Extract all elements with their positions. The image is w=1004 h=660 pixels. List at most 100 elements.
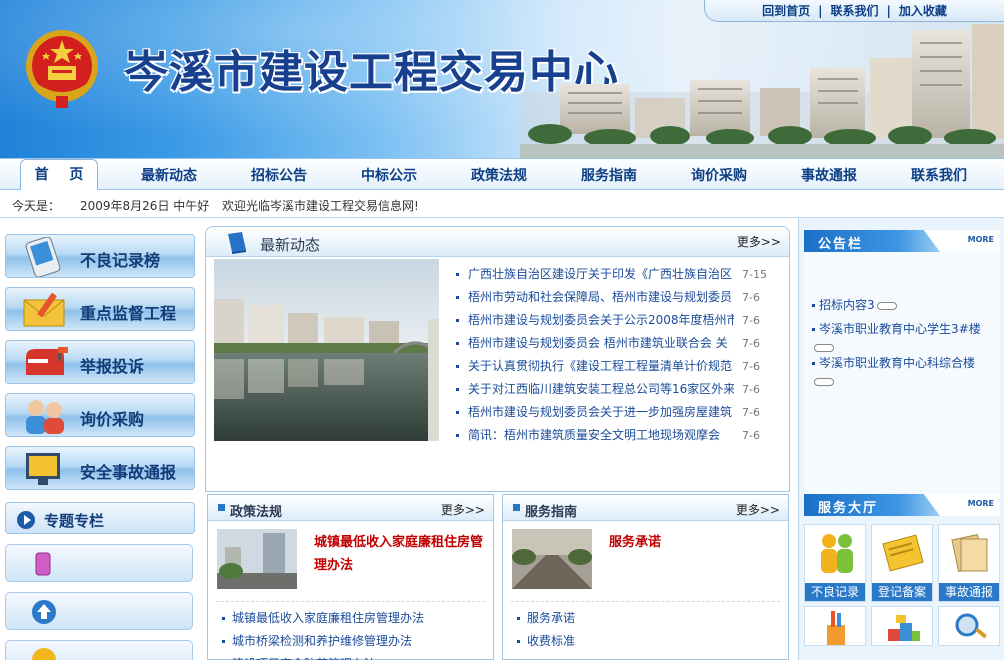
safety-accident-label: 安全事故通报 [80,463,177,482]
monitor-icon [26,453,60,485]
topic-column-title: 专题专栏 [44,512,105,530]
notice-item[interactable]: 岑溪市职业教育中心学生3#楼 [812,320,998,356]
magnifier-icon [955,613,987,639]
bullet-icon [812,362,815,365]
welcome-text: 欢迎光临岑溪市建设工程交易信息网! [222,199,419,213]
tag-icon [814,377,834,386]
phone-icon [35,552,51,576]
service-hall-header: 服务大厅 MORE [804,494,1000,516]
news-item-date: 7-6 [742,406,760,419]
nav-tab-inquiry[interactable]: 询价采购 [678,163,760,189]
policy-divider [216,601,485,602]
report-complaint-button[interactable]: 举报投诉 [5,340,195,384]
news-item-date: 7-6 [742,429,760,442]
bullet-icon [456,434,459,437]
news-item-date: 7-6 [742,360,760,373]
contact-link[interactable]: 联系我们 [830,2,878,19]
key-supervision-button[interactable]: 重点监督工程 [5,287,195,331]
service-hall-grid: 不良记录 登记备案 事故通报 [804,522,1000,660]
hall-bad-record-button[interactable]: 不良记录 [804,524,866,602]
hall-register-button[interactable]: 登记备案 [871,524,933,602]
policy-feature-link[interactable]: 城镇最低收入家庭廉租住房管理办法 [314,531,486,577]
blocks-icon [888,615,920,641]
nav-tab-accident[interactable]: 事故通报 [788,163,870,189]
latest-news-list: 广西壮族自治区建设厅关于印发《广西壮族自治区 7-15 梧州市劳动和社会保障局、梧州… [456,263,778,447]
policy-list-item[interactable]: 城镇最低收入家庭廉租住房管理办法 [218,607,424,630]
hall-item-6[interactable] [938,606,1000,646]
people-icon [26,400,64,434]
news-item[interactable]: 梧州市建设与规划委员会 梧州市建筑业联合会 关 7-6 [456,332,778,355]
inquiry-button[interactable]: 询价采购 [5,393,195,437]
nav-tab-service-guide[interactable]: 服务指南 [568,163,650,189]
service-divider [511,601,780,602]
bullet-icon [812,304,815,307]
news-item[interactable]: 梧州市劳动和社会保障局、梧州市建设与规划委员 7-6 [456,286,778,309]
nav-tab-award-notice[interactable]: 中标公示 [348,163,430,189]
news-item[interactable]: 广西壮族自治区建设厅关于印发《广西壮族自治区 7-15 [456,263,778,286]
today-date: 2009年8月26日 中午好 [80,199,210,213]
bullet-icon [456,388,459,391]
notebook-icon [882,534,924,572]
news-item[interactable]: 梧州市建设与规划委员会关于公示2008年度梧州市 7-6 [456,309,778,332]
news-item-date: 7-6 [742,314,760,327]
hall-bad-record-label: 不良记录 [805,583,865,601]
notice-header: 公告栏 MORE [804,230,1000,252]
news-item[interactable]: 关于对江西临川建筑安装工程总公司等16家区外来 7-6 [456,378,778,401]
service-hall-more-link[interactable]: MORE [968,499,994,508]
topic-item-1[interactable] [5,544,193,582]
service-feature-link[interactable]: 服务承诺 [609,531,661,554]
policy-more-link[interactable]: 更多>> [441,501,485,518]
topic-item-3[interactable] [5,640,193,660]
news-item[interactable]: 简讯：梧州市建筑质量安全文明工地现场观摩会 7-6 [456,424,778,447]
nav-tab-home[interactable]: 首 页 [20,159,98,191]
safety-accident-button[interactable]: 安全事故通报 [5,446,195,490]
notice-item[interactable]: 招标内容3 [812,296,897,314]
policy-list-item[interactable]: 城市桥梁检测和养护维修管理办法 [218,630,424,653]
nav-tab-contact[interactable]: 联系我们 [898,163,980,189]
service-title: 服务指南 [525,505,578,520]
service-list-item[interactable]: 收费标准 [513,630,575,653]
play-circle-icon [17,511,35,529]
news-item-title: 梧州市建设与规划委员会关于进一步加强房屋建筑 [468,405,733,419]
news-item[interactable]: 梧州市建设与规划委员会关于进一步加强房屋建筑 7-6 [456,401,778,424]
news-item[interactable]: 关于认真贯彻执行《建设工程工程量清单计价规范 7-6 [456,355,778,378]
service-more-link[interactable]: 更多>> [736,501,780,518]
bullet-icon [456,273,459,276]
hall-accident-button[interactable]: 事故通报 [938,524,1000,602]
today-label: 今天是： [12,199,61,213]
favorite-link[interactable]: 加入收藏 [899,2,947,19]
nav-tab-latest[interactable]: 最新动态 [128,163,210,189]
main-nav: 首 页 最新动态 招标公告 中标公示 政策法规 服务指南 询价采购 事故通报 联… [0,158,1004,191]
left-column: 不良记录榜 重点监督工程 举报投诉 询价采购 安全事故通报 专题专栏 [0,226,200,660]
policy-header: 政策法规 更多>> [208,495,493,521]
bullet-icon [812,328,815,331]
service-hall-title: 服务大厅 [818,501,879,516]
latest-news-more-link[interactable]: 更多>> [737,233,781,250]
nav-tab-policy[interactable]: 政策法规 [458,163,540,189]
notice-item-text: 岑溪市职业教育中心学生3#楼 [819,322,981,336]
notice-title: 公告栏 [818,237,864,252]
bullet-icon [456,296,459,299]
hall-item-5[interactable] [871,606,933,646]
hall-item-4[interactable] [804,606,866,646]
report-complaint-label: 举报投诉 [80,357,145,376]
book-icon [228,232,246,254]
bad-record-button[interactable]: 不良记录榜 [5,234,195,278]
news-item-date: 7-6 [742,291,760,304]
topic-column-header: 专题专栏 [5,502,195,534]
square-bullet-icon [218,504,225,511]
service-list-item[interactable]: 服务承诺 [513,607,575,630]
policy-street-photo [217,529,297,589]
topic-item-2[interactable] [5,592,193,630]
home-link[interactable]: 回到首页 [762,2,810,19]
policy-list-item[interactable]: 建设项目安全防范管理办法 [218,653,424,660]
city-skyline-image [520,24,1004,158]
envelope-pen-icon [23,292,65,327]
notice-item[interactable]: 岑溪市职业教育中心科综合楼 [812,354,998,390]
notice-more-link[interactable]: MORE [968,235,994,244]
top-links: 回到首页 | 联系我们 | 加入收藏 [704,0,1004,22]
pda-icon [25,237,61,277]
nav-tab-tender-notice[interactable]: 招标公告 [238,163,320,189]
right-column: 公告栏 MORE 招标内容3 岑溪市职业教育中心学生3#楼 岑溪市职业教育中心科… [798,218,1004,660]
service-road-photo [512,529,592,589]
